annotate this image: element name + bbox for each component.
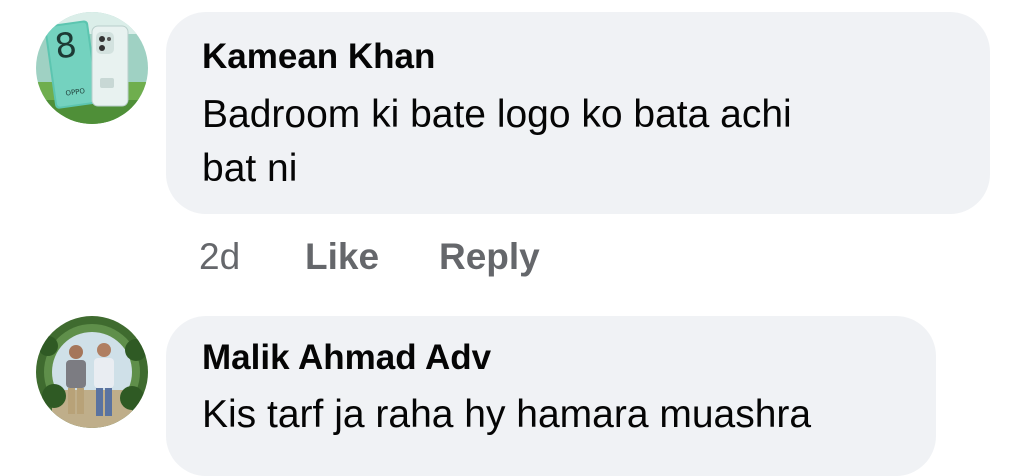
avatar[interactable] (36, 316, 148, 428)
comment-author[interactable]: Malik Ahmad Adv (202, 338, 491, 378)
phone-box-photo-icon: 8 OPPO (36, 12, 148, 124)
comment-author[interactable]: Kamean Khan (202, 37, 435, 77)
comment-text-line: Kis tarf ja raha hy hamara muashra (202, 393, 812, 436)
comment-text-line: Badroom ki bate logo ko bata achi (202, 93, 792, 136)
comment-item: 8 OPPO Kamean Khan Badroom ki bate logo … (0, 0, 1024, 300)
comment-timestamp[interactable]: 2d (199, 236, 240, 278)
comment-text-line: bat ni (202, 147, 298, 190)
comment-bubble: Malik Ahmad Adv Kis tarf ja raha hy hama… (166, 316, 936, 476)
avatar[interactable]: 8 OPPO (36, 12, 148, 124)
comment-bubble: Kamean Khan Badroom ki bate logo ko bata… (166, 12, 990, 214)
comment-item: Malik Ahmad Adv Kis tarf ja raha hy hama… (0, 300, 1024, 476)
like-button[interactable]: Like (305, 236, 379, 278)
reply-button[interactable]: Reply (439, 236, 540, 278)
two-people-photo-icon (36, 316, 148, 428)
